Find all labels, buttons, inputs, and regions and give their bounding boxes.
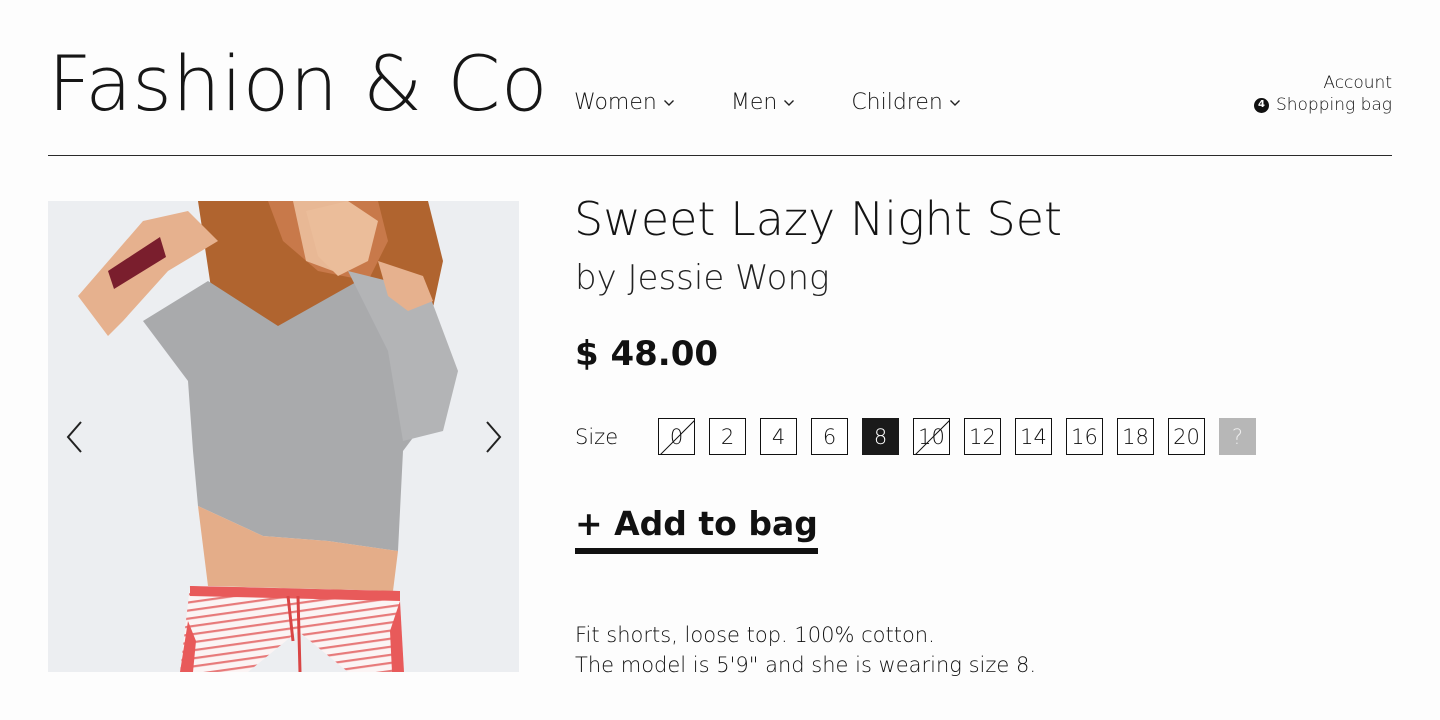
size-option-label: 16 (1071, 424, 1098, 449)
size-option-label: 8 (873, 424, 888, 449)
size-option-label: 20 (1173, 424, 1200, 449)
account-link[interactable]: Account (1254, 72, 1392, 94)
account-area: Account 4 Shopping bag (1253, 72, 1392, 116)
size-option-6[interactable]: 6 (811, 418, 848, 455)
size-selector: 0 2 4 6 8 10 12 14 16 18 20 ? (658, 418, 1270, 455)
strikethrough-icon (915, 420, 949, 454)
product-image (48, 201, 519, 672)
bag-count-badge: 4 (1253, 97, 1269, 113)
chevron-down-icon (949, 99, 961, 107)
gallery-prev-button[interactable] (64, 420, 86, 454)
main-nav: Women Men Children (574, 90, 1017, 115)
size-option-label: 14 (1020, 424, 1047, 449)
header-divider (48, 155, 1392, 156)
nav-item-women[interactable]: Women (574, 90, 675, 115)
size-option-18[interactable]: 18 (1117, 418, 1154, 455)
product-price: $ 48.00 (575, 334, 719, 374)
size-option-label: 12 (969, 424, 996, 449)
size-option-2[interactable]: 2 (709, 418, 746, 455)
size-option-10[interactable]: 10 (913, 418, 950, 455)
size-option-8[interactable]: 8 (862, 418, 899, 455)
chevron-down-icon (663, 99, 675, 107)
nav-item-men[interactable]: Men (731, 90, 795, 115)
description-line: Fit shorts, loose top. 100% cotton. (575, 623, 935, 647)
size-help-label: ? (1231, 424, 1244, 449)
strikethrough-icon (660, 420, 694, 454)
add-to-bag-button[interactable]: + Add to bag (575, 505, 818, 555)
description-line: The model is 5'9" and she is wearing siz… (575, 653, 1037, 677)
size-help-button[interactable]: ? (1219, 418, 1256, 455)
size-option-label: 18 (1122, 424, 1149, 449)
size-label: Size (575, 425, 619, 449)
size-option-16[interactable]: 16 (1066, 418, 1103, 455)
size-option-4[interactable]: 4 (760, 418, 797, 455)
chevron-right-icon (486, 421, 502, 453)
brand-logo[interactable]: Fashion & Co (48, 46, 548, 122)
chevron-down-icon (783, 99, 795, 107)
chevron-left-icon (66, 421, 82, 453)
size-option-label: 2 (720, 424, 735, 449)
shopping-bag-label: Shopping bag (1275, 95, 1392, 115)
nav-item-children[interactable]: Children (851, 90, 961, 115)
size-option-20[interactable]: 20 (1168, 418, 1205, 455)
nav-item-label: Women (574, 90, 657, 115)
product-designer: by Jessie Wong (575, 258, 830, 298)
shopping-bag-link[interactable]: 4 Shopping bag (1253, 94, 1392, 116)
gallery-next-button[interactable] (482, 420, 504, 454)
size-option-12[interactable]: 12 (964, 418, 1001, 455)
product-description: Fit shorts, loose top. 100% cotton. The … (575, 620, 1036, 680)
nav-item-label: Children (851, 90, 943, 115)
product-photo (48, 201, 519, 672)
nav-item-label: Men (730, 90, 778, 115)
size-option-14[interactable]: 14 (1015, 418, 1052, 455)
size-option-label: 6 (822, 424, 837, 449)
size-option-0[interactable]: 0 (658, 418, 695, 455)
size-option-label: 4 (771, 424, 786, 449)
product-title: Sweet Lazy Night Set (574, 192, 1063, 246)
